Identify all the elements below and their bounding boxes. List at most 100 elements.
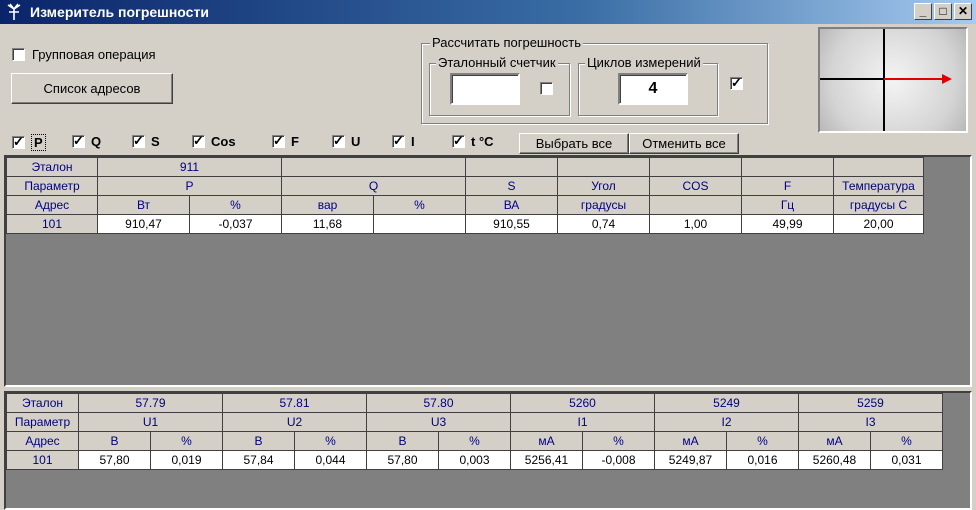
unit-u3-pct: % bbox=[438, 431, 511, 451]
reference-meter-label: Эталонный счетчик bbox=[436, 55, 558, 70]
cell-u1[interactable]: 57,80 bbox=[78, 450, 151, 470]
select-all-button[interactable]: Выбрать все bbox=[519, 133, 629, 154]
param-row: Параметр P Q S Угол COS F Температура bbox=[6, 176, 924, 196]
param-u-checkbox[interactable] bbox=[332, 133, 345, 149]
cell-i1-pct[interactable]: -0,008 bbox=[582, 450, 655, 470]
close-button[interactable]: ✕ bbox=[954, 3, 972, 20]
cycles-checkbox[interactable] bbox=[730, 75, 743, 91]
cell-i1[interactable]: 5256,41 bbox=[510, 450, 583, 470]
cell-u1-pct[interactable]: 0,019 bbox=[150, 450, 223, 470]
etalon-u2: 57.81 bbox=[222, 393, 367, 413]
col-q: Q bbox=[281, 176, 466, 196]
cell-i2[interactable]: 5249,87 bbox=[654, 450, 727, 470]
param-t-checkbox[interactable] bbox=[452, 133, 465, 149]
unit-p: Вт bbox=[97, 195, 190, 215]
cell-temp[interactable]: 20,00 bbox=[833, 214, 924, 234]
units-row: Адрес В % В % В % мА % мА % мА % bbox=[6, 431, 943, 451]
param-cos-option[interactable]: Cos bbox=[192, 133, 236, 149]
cell-address[interactable]: 101 bbox=[6, 450, 79, 470]
cell-u2-pct[interactable]: 0,044 bbox=[294, 450, 367, 470]
etalon-q-value bbox=[281, 157, 466, 177]
unit-u2-pct: % bbox=[294, 431, 367, 451]
param-q-option[interactable]: Q bbox=[72, 133, 101, 149]
deselect-all-button[interactable]: Отменить все bbox=[629, 133, 739, 154]
cell-q[interactable]: 11,68 bbox=[281, 214, 374, 234]
title-bar: Измеритель погрешности _ □ ✕ bbox=[0, 0, 976, 24]
unit-angle: градусы bbox=[557, 195, 650, 215]
maximize-button[interactable]: □ bbox=[934, 3, 952, 20]
table-row[interactable]: 101 57,80 0,019 57,84 0,044 57,80 0,003 … bbox=[6, 450, 943, 470]
etalon-i3: 5259 bbox=[798, 393, 943, 413]
unit-f: Гц bbox=[741, 195, 834, 215]
param-s-option[interactable]: S bbox=[132, 133, 160, 149]
unit-i1-pct: % bbox=[582, 431, 655, 451]
param-row: Параметр U1 U2 U3 I1 I2 I3 bbox=[6, 412, 943, 432]
cell-address[interactable]: 101 bbox=[6, 214, 98, 234]
etalon-label: Эталон bbox=[6, 393, 79, 413]
group-operation-label: Групповая операция bbox=[32, 47, 156, 62]
etalon-f-value bbox=[741, 157, 834, 177]
param-p-checkbox[interactable] bbox=[12, 134, 25, 150]
col-u3: U3 bbox=[366, 412, 511, 432]
unit-temp: градусы С bbox=[833, 195, 924, 215]
etalon-angle-value bbox=[557, 157, 650, 177]
param-u-option[interactable]: U bbox=[332, 133, 360, 149]
param-i-option[interactable]: I bbox=[392, 133, 415, 149]
cell-q-pct[interactable] bbox=[373, 214, 466, 234]
unit-u2: В bbox=[222, 431, 295, 451]
voltage-current-panel: Эталон 57.79 57.81 57.80 5260 5249 5259 … bbox=[4, 391, 972, 510]
col-u1: U1 bbox=[78, 412, 223, 432]
voltage-current-table: Эталон 57.79 57.81 57.80 5260 5249 5259 … bbox=[6, 393, 943, 470]
unit-i1: мА bbox=[510, 431, 583, 451]
param-t-option[interactable]: t °C bbox=[452, 133, 494, 149]
cell-i3-pct[interactable]: 0,031 bbox=[870, 450, 943, 470]
cell-f[interactable]: 49,99 bbox=[741, 214, 834, 234]
etalon-i2: 5249 bbox=[654, 393, 799, 413]
cell-cos[interactable]: 1,00 bbox=[649, 214, 742, 234]
etalon-label: Эталон bbox=[6, 157, 98, 177]
power-measurements-panel: Эталон 911 Параметр P Q S Угол COS F Тем… bbox=[4, 155, 972, 387]
cell-u2[interactable]: 57,84 bbox=[222, 450, 295, 470]
cell-u3-pct[interactable]: 0,003 bbox=[438, 450, 511, 470]
window-title: Измеритель погрешности bbox=[30, 4, 209, 20]
param-f-label: F bbox=[291, 134, 299, 149]
param-s-checkbox[interactable] bbox=[132, 133, 145, 149]
unit-i3: мА bbox=[798, 431, 871, 451]
param-f-option[interactable]: F bbox=[272, 133, 299, 149]
col-f: F bbox=[741, 176, 834, 196]
reference-meter-input[interactable] bbox=[450, 73, 520, 105]
param-q-checkbox[interactable] bbox=[72, 133, 85, 149]
calc-error-group-label: Рассчитать погрешность bbox=[430, 35, 583, 50]
cell-i3[interactable]: 5260,48 bbox=[798, 450, 871, 470]
table-row[interactable]: 101 910,47 -0,037 11,68 910,55 0,74 1,00… bbox=[6, 214, 924, 234]
col-cos: COS bbox=[649, 176, 742, 196]
unit-u1-pct: % bbox=[150, 431, 223, 451]
cycles-input[interactable]: 4 bbox=[618, 73, 688, 105]
etalon-p-value: 911 bbox=[97, 157, 282, 177]
group-operation-checkbox[interactable] bbox=[12, 48, 25, 61]
group-operation-option[interactable]: Групповая операция bbox=[12, 47, 156, 62]
unit-u3: В bbox=[366, 431, 439, 451]
cell-angle[interactable]: 0,74 bbox=[557, 214, 650, 234]
address-list-button[interactable]: Список адресов bbox=[11, 73, 173, 104]
antenna-icon bbox=[4, 2, 24, 22]
col-angle: Угол bbox=[557, 176, 650, 196]
reference-meter-checkbox[interactable] bbox=[540, 82, 553, 95]
param-cos-checkbox[interactable] bbox=[192, 133, 205, 149]
cell-s[interactable]: 910,55 bbox=[465, 214, 558, 234]
etalon-u1: 57.79 bbox=[78, 393, 223, 413]
param-f-checkbox[interactable] bbox=[272, 133, 285, 149]
etalon-u3: 57.80 bbox=[366, 393, 511, 413]
param-i-checkbox[interactable] bbox=[392, 133, 405, 149]
cell-u3[interactable]: 57,80 bbox=[366, 450, 439, 470]
unit-i3-pct: % bbox=[870, 431, 943, 451]
cell-i2-pct[interactable]: 0,016 bbox=[726, 450, 799, 470]
unit-cos bbox=[649, 195, 742, 215]
address-label: Адрес bbox=[6, 195, 98, 215]
minimize-button[interactable]: _ bbox=[914, 3, 932, 20]
cell-p[interactable]: 910,47 bbox=[97, 214, 190, 234]
col-s: S bbox=[465, 176, 558, 196]
cell-p-pct[interactable]: -0,037 bbox=[189, 214, 282, 234]
param-p-option[interactable]: P bbox=[12, 134, 46, 151]
phase-vector-indicator bbox=[818, 27, 968, 133]
